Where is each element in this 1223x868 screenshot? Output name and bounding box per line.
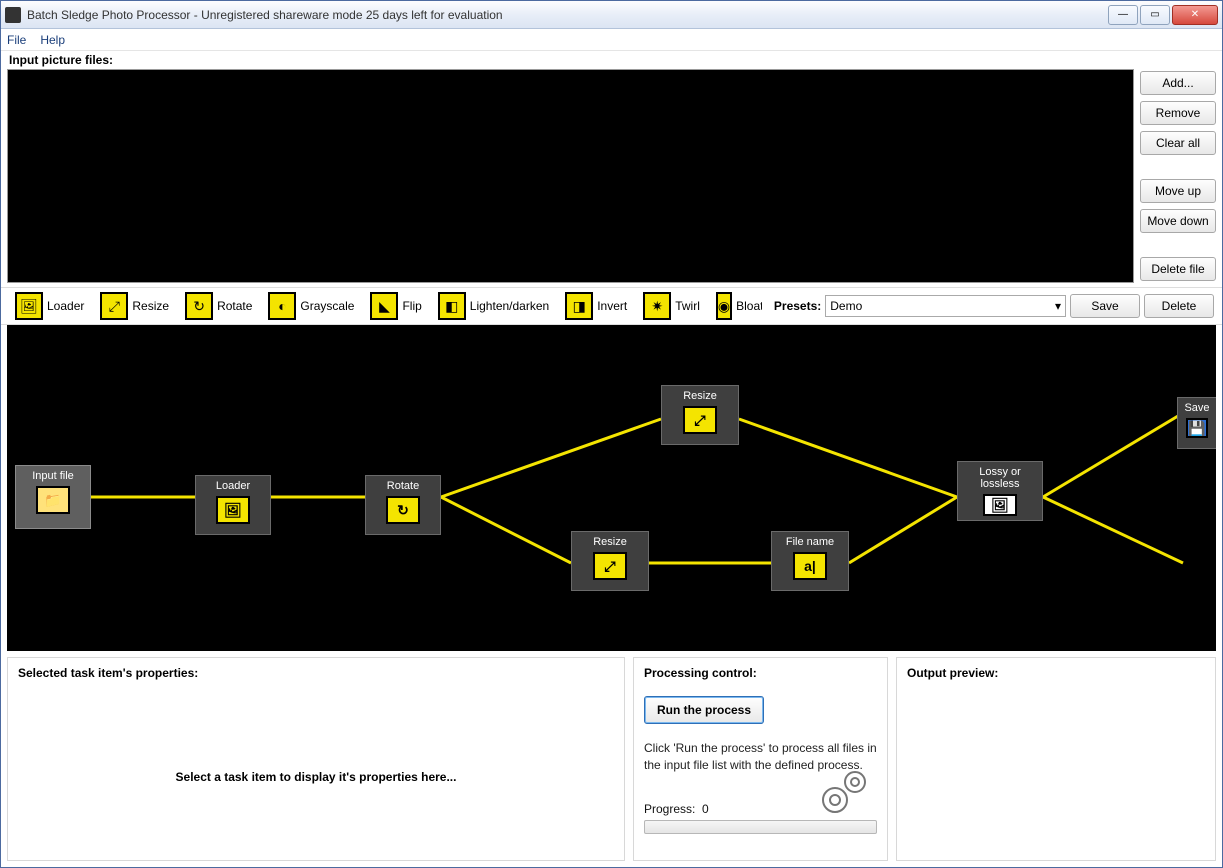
tool-loader-label: Loader xyxy=(47,299,84,313)
twirl-icon: ✷ xyxy=(643,292,671,320)
bottom-panels: Selected task item's properties: Select … xyxy=(7,657,1216,861)
presets-select[interactable]: Demo ▾ xyxy=(825,295,1066,317)
node-rotate-label: Rotate xyxy=(387,480,419,492)
menubar: File Help xyxy=(1,29,1222,51)
delete-file-button[interactable]: Delete file xyxy=(1140,257,1216,281)
input-side-buttons: Add... Remove Clear all Move up Move dow… xyxy=(1140,69,1216,283)
presets-label: Presets: xyxy=(774,299,821,313)
tool-resize-label: Resize xyxy=(132,299,169,313)
tool-invert[interactable]: ◨ Invert xyxy=(559,290,633,322)
panel-output-preview: Output preview: xyxy=(896,657,1216,861)
tool-loader[interactable]: 🖼 Loader xyxy=(9,290,90,322)
add-button[interactable]: Add... xyxy=(1140,71,1216,95)
resize-icon: ⤢ xyxy=(100,292,128,320)
loader-icon: 🖼 xyxy=(15,292,43,320)
tool-grayscale-label: Grayscale xyxy=(300,299,354,313)
node-lossy-label: Lossy or lossless xyxy=(960,466,1040,490)
tool-flip[interactable]: ◣ Flip xyxy=(364,290,427,322)
preset-delete-button[interactable]: Delete xyxy=(1144,294,1214,318)
panel-processing-control: Processing control: Run the process Clic… xyxy=(633,657,888,861)
node-resize2-label: Resize xyxy=(593,536,627,548)
clear-all-button[interactable]: Clear all xyxy=(1140,131,1216,155)
app-window: Batch Sledge Photo Processor - Unregiste… xyxy=(0,0,1223,868)
minimize-button[interactable]: — xyxy=(1108,5,1138,25)
processor-toolbar: 🖼 Loader ⤢ Resize ↻ Rotate ◐ Grayscale ◣… xyxy=(1,287,1222,325)
lighten-icon: ◧ xyxy=(438,292,466,320)
node-filename-label: File name xyxy=(786,536,834,548)
loader-icon: 🖼 xyxy=(216,496,250,524)
node-input-file[interactable]: Input file 📁 xyxy=(15,465,91,529)
tool-grayscale[interactable]: ◐ Grayscale xyxy=(262,290,360,322)
progress-label: Progress: xyxy=(644,802,695,816)
node-save-label: Save xyxy=(1184,402,1209,414)
tool-twirl-label: Twirl xyxy=(675,299,700,313)
menu-help[interactable]: Help xyxy=(40,33,65,47)
invert-icon: ◨ xyxy=(565,292,593,320)
presets-value: Demo xyxy=(830,299,862,313)
node-resize1-label: Resize xyxy=(683,390,717,402)
node-rotate[interactable]: Rotate ↻ xyxy=(365,475,441,535)
run-process-button[interactable]: Run the process xyxy=(644,696,764,724)
tool-lighten-label: Lighten/darken xyxy=(470,299,549,313)
node-save[interactable]: Save 💾 xyxy=(1177,397,1216,449)
close-button[interactable]: ✕ xyxy=(1172,5,1218,25)
titlebar: Batch Sledge Photo Processor - Unregiste… xyxy=(1,1,1222,29)
process-canvas[interactable]: Input file 📁 Loader 🖼 Rotate ↻ Resize ⤢ … xyxy=(7,325,1216,651)
tool-resize[interactable]: ⤢ Resize xyxy=(94,290,175,322)
chevron-down-icon: ▾ xyxy=(1055,299,1061,313)
preview-title: Output preview: xyxy=(907,666,1205,680)
node-loader[interactable]: Loader 🖼 xyxy=(195,475,271,535)
tool-rotate[interactable]: ↻ Rotate xyxy=(179,290,258,322)
control-title: Processing control: xyxy=(644,666,877,680)
node-input-label: Input file xyxy=(32,470,74,482)
tool-rotate-label: Rotate xyxy=(217,299,252,313)
tool-invert-label: Invert xyxy=(597,299,627,313)
window-title: Batch Sledge Photo Processor - Unregiste… xyxy=(27,8,1106,22)
tool-flip-label: Flip xyxy=(402,299,421,313)
gears-icon xyxy=(815,766,875,818)
app-icon xyxy=(5,7,21,23)
progress-value: 0 xyxy=(702,802,709,816)
node-resize-2[interactable]: Resize ⤢ xyxy=(571,531,649,591)
remove-button[interactable]: Remove xyxy=(1140,101,1216,125)
panel-properties: Selected task item's properties: Select … xyxy=(7,657,625,861)
node-lossy[interactable]: Lossy or lossless 🖼 xyxy=(957,461,1043,521)
filename-icon: a| xyxy=(793,552,827,580)
tool-bloat-label: Bloat xyxy=(736,299,762,313)
input-file-list[interactable] xyxy=(7,69,1134,283)
lossy-icon: 🖼 xyxy=(983,494,1017,516)
node-loader-label: Loader xyxy=(216,480,250,492)
disk-icon: 💾 xyxy=(1186,418,1208,438)
progress-bar xyxy=(644,820,877,834)
rotate-icon: ↻ xyxy=(386,496,420,524)
tool-lighten-darken[interactable]: ◧ Lighten/darken xyxy=(432,290,555,322)
node-resize-1[interactable]: Resize ⤢ xyxy=(661,385,739,445)
maximize-button[interactable]: ▭ xyxy=(1140,5,1170,25)
rotate-icon: ↻ xyxy=(185,292,213,320)
grayscale-icon: ◐ xyxy=(268,292,296,320)
resize-icon: ⤢ xyxy=(683,406,717,434)
flip-icon: ◣ xyxy=(370,292,398,320)
input-area: Add... Remove Clear all Move up Move dow… xyxy=(1,69,1222,287)
input-files-label: Input picture files: xyxy=(1,51,1222,69)
properties-title: Selected task item's properties: xyxy=(18,666,614,680)
node-filename[interactable]: File name a| xyxy=(771,531,849,591)
tool-twirl[interactable]: ✷ Twirl xyxy=(637,290,706,322)
folder-icon: 📁 xyxy=(36,486,70,514)
properties-placeholder: Select a task item to display it's prope… xyxy=(18,770,614,784)
move-down-button[interactable]: Move down xyxy=(1140,209,1216,233)
resize-icon: ⤢ xyxy=(593,552,627,580)
bloat-icon: ◉ xyxy=(716,292,732,320)
move-up-button[interactable]: Move up xyxy=(1140,179,1216,203)
menu-file[interactable]: File xyxy=(7,33,26,47)
tool-bloat[interactable]: ◉ Bloat xyxy=(710,290,762,322)
preset-save-button[interactable]: Save xyxy=(1070,294,1140,318)
